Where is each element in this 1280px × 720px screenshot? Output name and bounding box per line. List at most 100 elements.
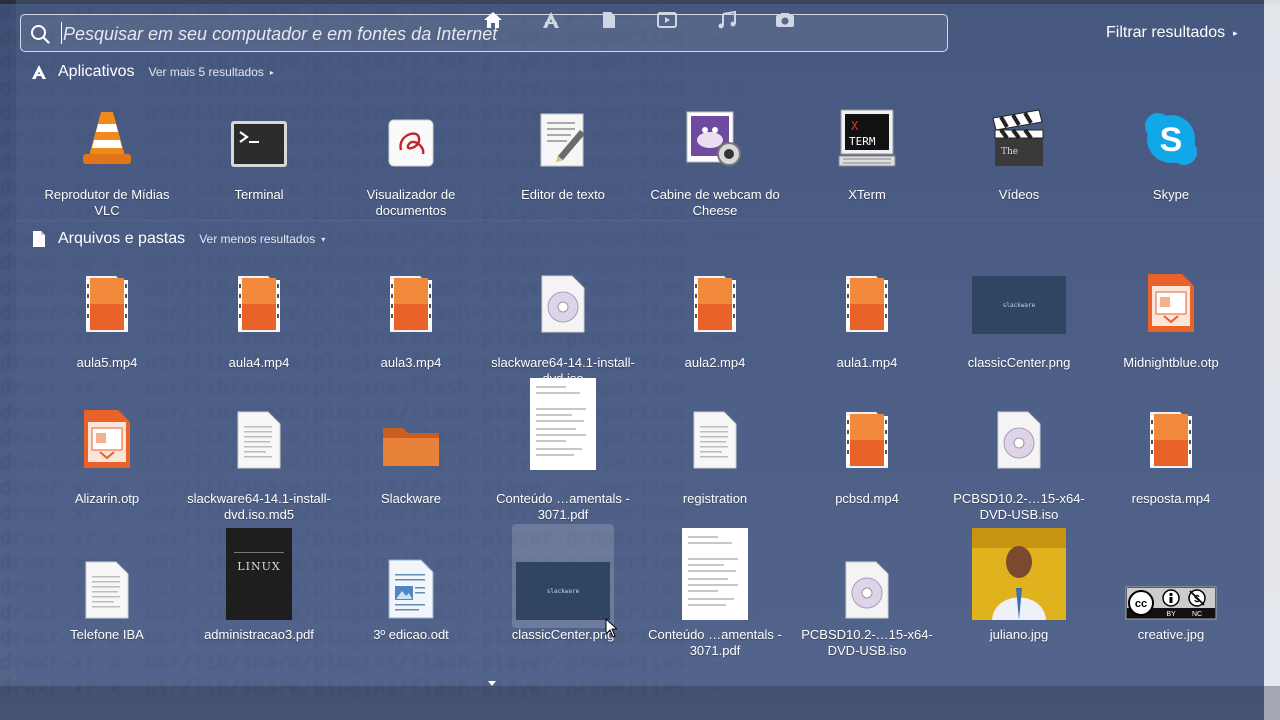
pdf-thumbnail-icon (639, 524, 791, 620)
file-label: aula2.mp4 (684, 355, 746, 370)
file-item[interactable]: slackware classicCenter.png (943, 252, 1095, 382)
file-label: Alizarin.otp (74, 491, 140, 506)
book-cover-title: LINUX (237, 560, 281, 573)
vlc-icon (31, 84, 183, 168)
folder-icon (335, 388, 487, 470)
right-window-edge (1264, 0, 1280, 720)
app-label: Vídeos (998, 187, 1040, 202)
file-item[interactable]: Alizarin.otp (31, 388, 183, 518)
file-item[interactable]: aula3.mp4 (335, 252, 487, 382)
file-label: Slackware (381, 491, 441, 506)
search-icon (31, 25, 50, 44)
presentation-template-icon (1095, 252, 1247, 334)
chevron-right-icon: ▸ (269, 67, 274, 77)
file-item[interactable]: aula5.mp4 (31, 252, 183, 382)
file-item[interactable]: Slackware (335, 388, 487, 518)
book-cover-icon: LINUX (183, 524, 335, 620)
filter-results-label: Filtrar resultados (1106, 24, 1226, 41)
lens-files-button[interactable] (598, 9, 620, 31)
file-item[interactable]: cc $ BY NC creative.jpg (1095, 524, 1247, 654)
file-item[interactable]: Telefone IBA (31, 524, 183, 654)
file-label: Conteúdo …amentals - 3071.pdf (496, 491, 630, 522)
video-file-icon (791, 388, 943, 470)
active-lens-indicator (488, 681, 496, 686)
music-icon (718, 11, 736, 29)
text-file-icon (183, 388, 335, 470)
app-item-vlc[interactable]: Reprodutor de Mídias VLC (31, 84, 183, 218)
file-item[interactable]: slackware classicCenter.png (512, 524, 614, 642)
lens-home-button[interactable] (482, 9, 504, 31)
filter-results-button[interactable]: Filtrar resultados ▸ (1106, 24, 1238, 42)
video-icon (657, 12, 677, 28)
video-file-icon (183, 252, 335, 334)
file-label: Midnightblue.otp (1123, 355, 1219, 370)
apps-more-results-link[interactable]: Ver mais 5 resultados ▸ (148, 65, 273, 79)
app-item-videos[interactable]: The Vídeos (943, 84, 1095, 214)
app-item-document-viewer[interactable]: Visualizador de documentos (335, 84, 487, 218)
file-item[interactable]: aula2.mp4 (639, 252, 791, 382)
svg-text:BY: BY (1166, 611, 1176, 618)
chevron-down-icon: ▾ (321, 234, 326, 244)
file-item[interactable]: Conteúdo …amentals - 3071.pdf (639, 524, 791, 658)
videos-clapperboard-icon: The (943, 84, 1095, 168)
file-item[interactable]: slackware64-14.1-install-dvd.iso.md5 (183, 388, 335, 522)
photo-thumbnail-icon (943, 524, 1095, 620)
svg-text:S: S (1160, 121, 1183, 159)
app-label: Cabine de webcam do Cheese (650, 187, 780, 218)
file-label: PCBSD10.2-…15-x64-DVD-USB.iso (953, 491, 1085, 522)
creative-commons-badge-icon: cc $ BY NC (1095, 524, 1247, 620)
xterm-icon: X TERM (791, 84, 943, 168)
app-label: XTerm (848, 187, 886, 202)
file-label: Conteúdo …amentals - 3071.pdf (648, 627, 782, 658)
section-divider (16, 220, 1264, 221)
file-item[interactable]: aula1.mp4 (791, 252, 943, 382)
svg-text:X: X (851, 119, 859, 133)
file-item[interactable]: resposta.mp4 (1095, 388, 1247, 518)
files-section-title: Arquivos e pastas (58, 230, 186, 247)
video-file-icon (335, 252, 487, 334)
file-item[interactable]: Conteúdo …amentals - 3071.pdf (487, 378, 639, 522)
file-item[interactable]: slackware64-14.1-install-dvd.iso (487, 252, 639, 386)
file-item[interactable]: 3º edicao.odt (335, 524, 487, 654)
file-label: PCBSD10.2-…15-x64-DVD-USB.iso (801, 627, 933, 658)
app-label: Terminal (234, 187, 284, 202)
lens-video-button[interactable] (656, 9, 678, 31)
skype-icon: S (1095, 84, 1247, 168)
lens-music-button[interactable] (716, 9, 738, 31)
presentation-template-icon (31, 388, 183, 470)
app-item-cheese[interactable]: Cabine de webcam do Cheese (639, 84, 791, 218)
files-fewer-results-link[interactable]: Ver menos resultados ▾ (199, 232, 325, 246)
file-item[interactable]: LINUX administracao3.pdf (183, 524, 335, 654)
app-item-text-editor[interactable]: Editor de texto (487, 84, 639, 214)
file-item[interactable]: aula4.mp4 (183, 252, 335, 382)
file-icon (30, 230, 48, 248)
app-item-skype[interactable]: S Skype (1095, 84, 1247, 214)
file-label: aula1.mp4 (836, 355, 898, 370)
file-label: juliano.jpg (989, 627, 1049, 642)
file-label: registration (682, 491, 748, 506)
mouse-pointer-icon (605, 618, 617, 638)
file-item[interactable]: juliano.jpg (943, 524, 1095, 654)
video-file-icon (1095, 388, 1247, 470)
file-label: creative.jpg (1137, 627, 1205, 642)
file-item[interactable]: Midnightblue.otp (1095, 252, 1247, 382)
app-label: Reprodutor de Mídias VLC (44, 187, 170, 218)
file-item[interactable]: PCBSD10.2-…15-x64-DVD-USB.iso (791, 524, 943, 658)
video-file-icon (639, 252, 791, 334)
applications-icon (30, 63, 48, 81)
thumbnail-caption: slackware (1002, 301, 1036, 309)
text-file-icon (31, 524, 183, 620)
file-label: 3º edicao.odt (373, 627, 449, 642)
app-item-xterm[interactable]: X TERM XTerm (791, 84, 943, 214)
lens-photo-button[interactable] (774, 9, 796, 31)
lens-applications-button[interactable] (540, 9, 562, 31)
app-label: Visualizador de documentos (366, 187, 456, 218)
file-item[interactable]: pcbsd.mp4 (791, 388, 943, 518)
file-item[interactable]: PCBSD10.2-…15-x64-DVD-USB.iso (943, 388, 1095, 522)
text-file-icon (639, 388, 791, 470)
file-label: pcbsd.mp4 (835, 491, 899, 506)
file-item[interactable]: registration (639, 388, 791, 518)
cheese-webcam-icon (639, 84, 791, 168)
svg-text:cc: cc (1135, 598, 1147, 610)
app-item-terminal[interactable]: Terminal (183, 84, 335, 214)
